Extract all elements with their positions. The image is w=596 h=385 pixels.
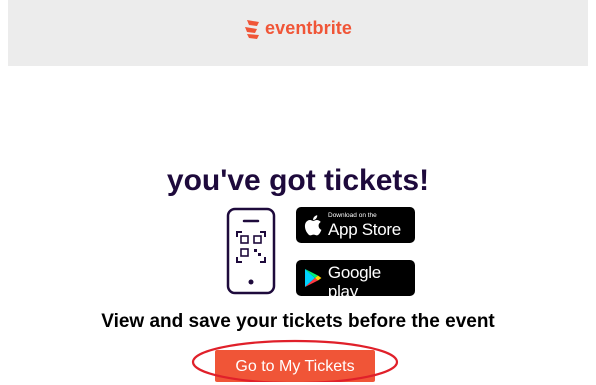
app-store-small-text: Download on the [328, 211, 377, 219]
google-play-big-text: Google play [327, 263, 381, 301]
eventbrite-logo[interactable]: eventbrite [8, 18, 588, 48]
header-bar: eventbrite [8, 0, 588, 66]
go-to-my-tickets-button[interactable]: Go to My Tickets [215, 350, 375, 382]
google-play-icon [304, 269, 322, 287]
page-subline: View and save your tickets before the ev… [101, 311, 495, 332]
app-store-badge[interactable]: Download on the App Store [296, 207, 415, 243]
email-page: eventbrite you've got tickets! Download … [0, 0, 596, 385]
apple-icon [304, 215, 322, 236]
phone-qr-icon [226, 207, 276, 295]
brand-name: eventbrite [264, 18, 353, 38]
eventbrite-logo-icon [244, 19, 259, 39]
page-headline: you've got tickets! [166, 164, 430, 197]
google-play-badge[interactable]: GET IT ON Google play [296, 255, 415, 301]
google-play-small-text: GET IT ON [327, 255, 361, 262]
app-store-big-text: App Store [328, 219, 401, 239]
